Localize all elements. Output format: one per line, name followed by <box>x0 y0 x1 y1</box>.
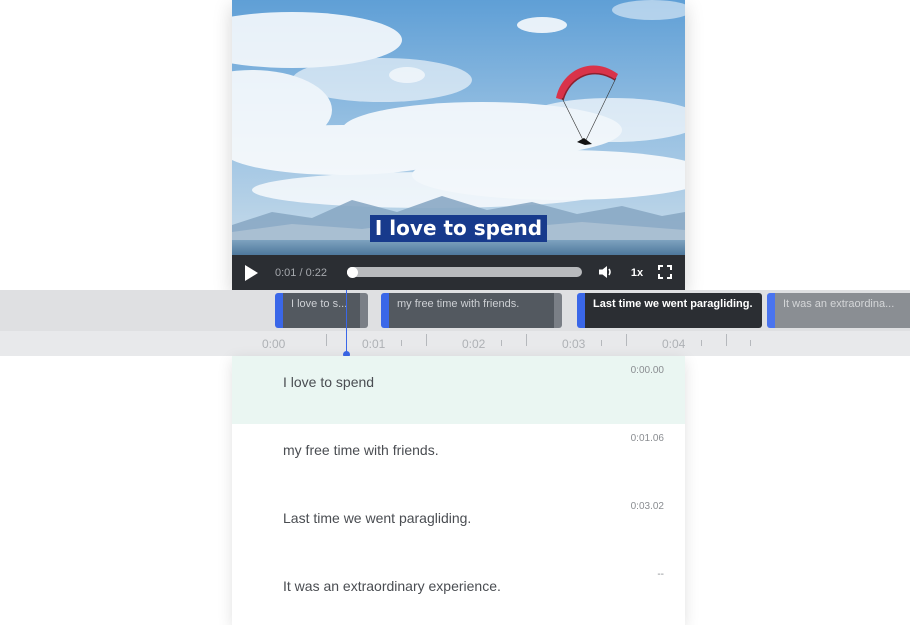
timeline-clip[interactable]: It was an extraordina... <box>767 293 910 328</box>
transcript-row[interactable]: Last time we went paragliding. 0:03.02 <box>232 492 685 560</box>
clip-label: Last time we went paragliding. <box>585 293 762 328</box>
tick-label: 0:02 <box>462 337 486 351</box>
transcript-timestamp: 0:00.00 <box>630 365 664 376</box>
clip-label: It was an extraordina... <box>775 293 910 328</box>
tick-label: 0:04 <box>662 337 686 351</box>
subtitle-editor: I love to spend 0:01 / 0:22 1x I love to… <box>0 0 910 625</box>
timeline-clip[interactable]: I love to s... <box>275 293 368 328</box>
caption-overlay: I love to spend <box>232 215 685 242</box>
tick-mark <box>326 334 327 346</box>
clip-start-handle[interactable] <box>767 293 775 328</box>
timeline-clip[interactable]: my free time with friends. <box>381 293 562 328</box>
fullscreen-icon <box>658 265 672 279</box>
transcript-timestamp: -- <box>657 569 664 580</box>
tick-label: 0:03 <box>562 337 586 351</box>
clip-start-handle[interactable] <box>577 293 585 328</box>
tick-mark <box>601 340 602 346</box>
clip-start-handle[interactable] <box>381 293 389 328</box>
tick-label: 0:00 <box>262 337 286 351</box>
tick-mark <box>701 340 702 346</box>
video-player: I love to spend 0:01 / 0:22 1x <box>232 0 685 290</box>
transcript-text[interactable]: Last time we went paragliding. <box>283 510 471 526</box>
tick-mark <box>401 340 402 346</box>
tick-mark <box>526 334 527 346</box>
clip-label: my free time with friends. <box>389 293 554 328</box>
clip-end-handle[interactable] <box>554 293 562 328</box>
volume-icon <box>599 266 611 278</box>
timeline-clip[interactable]: Last time we went paragliding. <box>577 293 762 328</box>
play-icon <box>245 265 258 281</box>
tick-mark <box>726 334 727 346</box>
transcript-text[interactable]: I love to spend <box>283 374 374 390</box>
tick-mark <box>626 334 627 346</box>
progress-handle[interactable] <box>346 267 358 278</box>
progress-bar[interactable] <box>347 267 582 277</box>
caption-track: I love to s... my free time with friends… <box>0 290 910 331</box>
transcript-list: I love to spend 0:00.00 my free time wit… <box>232 356 685 625</box>
transcript-row[interactable]: my free time with friends. 0:01.06 <box>232 424 685 492</box>
volume-button[interactable] <box>597 263 615 281</box>
transcript-text[interactable]: my free time with friends. <box>283 442 439 458</box>
time-display: 0:01 / 0:22 <box>275 266 327 279</box>
clip-label: I love to s... <box>283 293 360 328</box>
time-ruler[interactable]: 0:00 0:01 0:02 0:03 0:04 <box>0 331 910 356</box>
transcript-row[interactable]: I love to spend 0:00.00 <box>232 356 685 424</box>
tick-mark <box>501 340 502 346</box>
caption-text: I love to spend <box>369 215 548 242</box>
player-controls: 0:01 / 0:22 1x <box>232 255 685 290</box>
clip-start-handle[interactable] <box>275 293 283 328</box>
tick-mark <box>426 334 427 346</box>
transcript-row[interactable]: It was an extraordinary experience. -- <box>232 560 685 625</box>
playback-speed-button[interactable]: 1x <box>628 255 646 290</box>
fullscreen-button[interactable] <box>656 263 674 281</box>
transcript-text[interactable]: It was an extraordinary experience. <box>283 578 501 594</box>
playhead[interactable] <box>346 290 347 354</box>
transcript-timestamp: 0:03.02 <box>630 501 664 512</box>
tick-mark <box>750 340 751 346</box>
play-button[interactable] <box>241 263 261 283</box>
transcript-timestamp: 0:01.06 <box>630 433 664 444</box>
timeline: I love to s... my free time with friends… <box>0 290 910 356</box>
clip-end-handle[interactable] <box>360 293 368 328</box>
tick-label: 0:01 <box>362 337 386 351</box>
